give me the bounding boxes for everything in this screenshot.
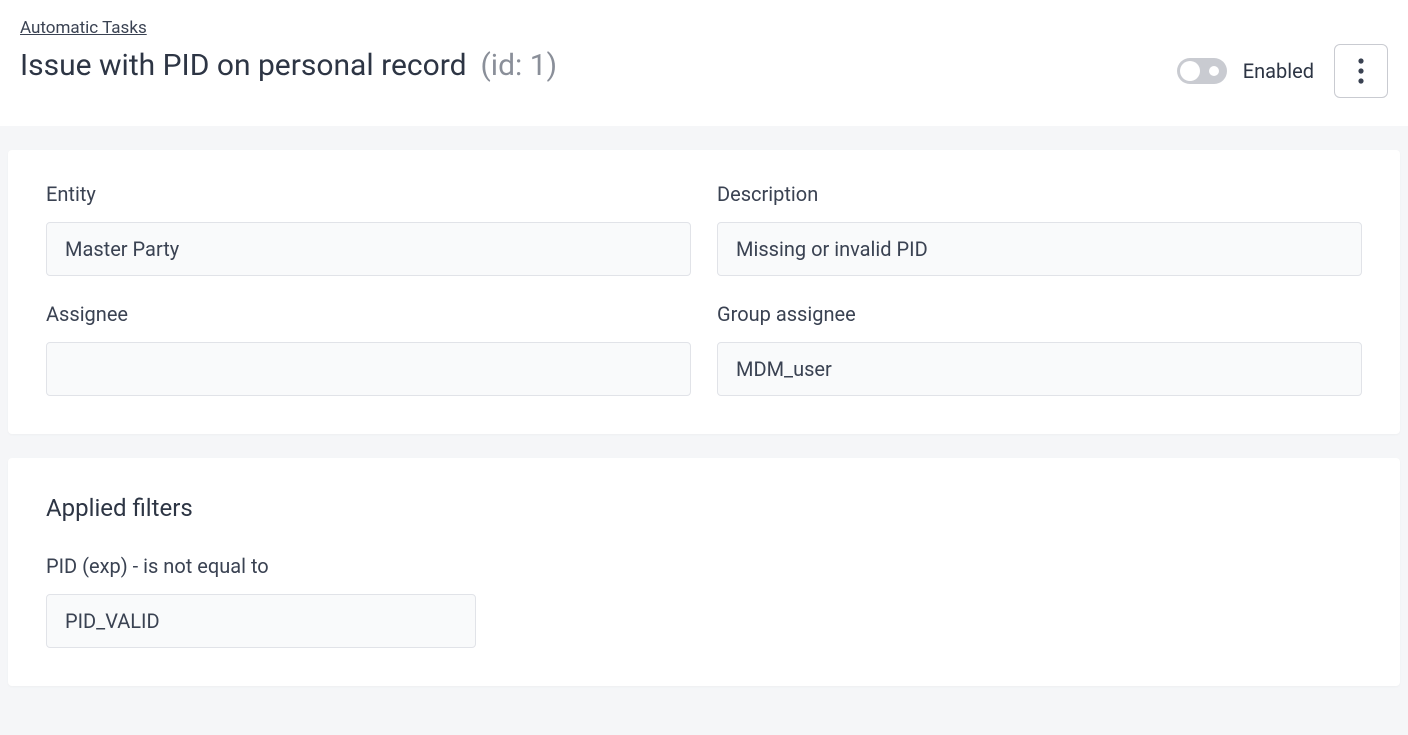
page-id: (id: 1): [481, 48, 558, 83]
entity-field: Entity Master Party: [46, 182, 691, 276]
enabled-toggle-wrap: Enabled: [1177, 58, 1314, 84]
toggle-knob: [1180, 61, 1200, 81]
assignee-label: Assignee: [46, 302, 691, 326]
header-right: Enabled: [1177, 18, 1388, 98]
more-actions-button[interactable]: [1334, 44, 1388, 98]
enabled-toggle[interactable]: [1177, 58, 1227, 84]
header-left: Automatic Tasks Issue with PID on person…: [20, 18, 557, 83]
group-assignee-value[interactable]: MDM_user: [717, 342, 1362, 396]
assignee-value[interactable]: [46, 342, 691, 396]
group-assignee-field: Group assignee MDM_user: [717, 302, 1362, 396]
filter-item: PID (exp) - is not equal to PID_VALID: [46, 554, 1362, 648]
filter-label: PID (exp) - is not equal to: [46, 554, 1362, 578]
description-field: Description Missing or invalid PID: [717, 182, 1362, 276]
description-value[interactable]: Missing or invalid PID: [717, 222, 1362, 276]
kebab-icon: [1358, 58, 1364, 84]
form-grid: Entity Master Party Description Missing …: [46, 182, 1362, 396]
assignee-field: Assignee: [46, 302, 691, 396]
page-title: Issue with PID on personal record: [20, 48, 467, 83]
breadcrumb-link[interactable]: Automatic Tasks: [20, 18, 557, 38]
group-assignee-label: Group assignee: [717, 302, 1362, 326]
content-area: Entity Master Party Description Missing …: [0, 126, 1408, 694]
details-card: Entity Master Party Description Missing …: [8, 150, 1400, 434]
page-header: Automatic Tasks Issue with PID on person…: [0, 0, 1408, 126]
entity-value[interactable]: Master Party: [46, 222, 691, 276]
entity-label: Entity: [46, 182, 691, 206]
filters-card: Applied filters PID (exp) - is not equal…: [8, 458, 1400, 686]
filter-value[interactable]: PID_VALID: [46, 594, 476, 648]
toggle-indicator: [1209, 66, 1219, 76]
filters-title: Applied filters: [46, 494, 1362, 522]
toggle-label: Enabled: [1243, 59, 1314, 83]
title-row: Issue with PID on personal record (id: 1…: [20, 48, 557, 83]
description-label: Description: [717, 182, 1362, 206]
